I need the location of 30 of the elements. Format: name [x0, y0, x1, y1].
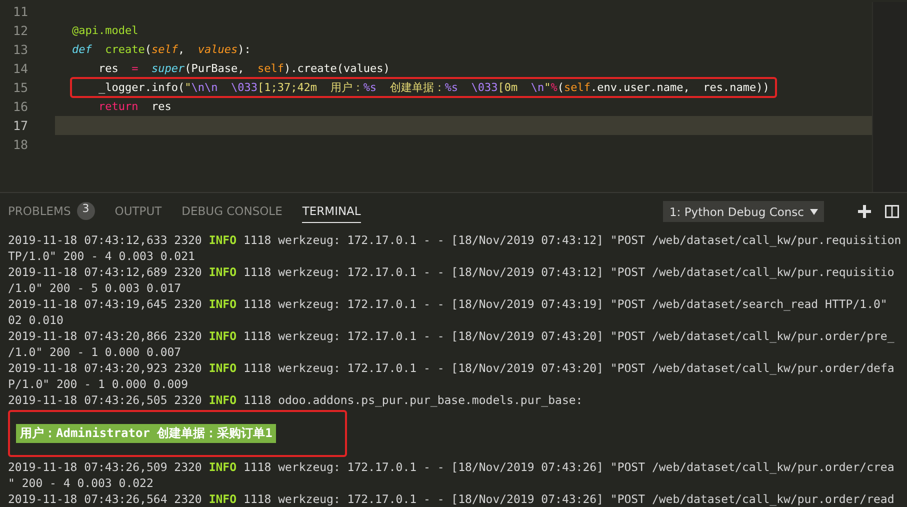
line-number: 15: [12, 80, 28, 95]
line-number: 18: [12, 137, 28, 152]
log-entry: 2019-11-18 07:43:19,645 2320 INFO 1118 werkzeug: 172.17.0.1 - - [18/Nov/2019 07:43:19] "POST /web/dataset/search_read HTTP/1.0" 02 0.010: [8, 296, 888, 328]
log-entry: 2019-11-18 07:43:20,866 2320 INFO 1118 werkzeug: 172.17.0.1 - - [18/Nov/2019 07:43:20] "POST /web/dataset/call_kw/pur.order/pre_ /1.0" 200 - 1 0.000 0.007: [8, 328, 896, 360]
code-line: @api.model: [71, 23, 140, 39]
caret-icon: [810, 208, 818, 214]
line-number: 14: [12, 61, 28, 76]
log-entry: 2019-11-18 07:43:26,509 2320 INFO 1118 werkzeug: 172.17.0.1 - - [18/Nov/2019 07:43:26] "POST /web/dataset/call_kw/pur.order/crea " 200 - 4 0.003 0.022: [8, 459, 896, 491]
plus-icon[interactable]: [858, 205, 871, 218]
line-number: 11: [12, 4, 28, 19]
line-number: 16: [12, 99, 28, 114]
panel-tab[interactable]: DEBUG CONSOLE: [182, 200, 282, 223]
log-entry: 2019-11-18 07:43:26,564 2320 INFO 1118 werkzeug: 172.17.0.1 - - [18/Nov/2019 07:43:26] "POST /web/dataset/call_kw/pur.order/read: [8, 491, 896, 507]
line-number: 17: [12, 118, 28, 133]
count-badge: 3: [76, 202, 95, 220]
log-entry: 2019-11-18 07:43:12,633 2320 INFO 1118 werkzeug: 172.17.0.1 - - [18/Nov/2019 07:43:12] "POST /web/dataset/call_kw/pur.requisition TP/1.0" 200 - 4 0.003 0.021: [8, 232, 902, 264]
code-line: def create(self, values):: [71, 42, 252, 58]
split-panel-icon[interactable]: [885, 205, 899, 218]
panel-tab[interactable]: TERMINAL: [302, 200, 361, 223]
panel-tab[interactable]: PROBLEMS 3: [8, 198, 95, 225]
line-number: 12: [12, 23, 28, 38]
panel-tab[interactable]: OUTPUT: [114, 200, 162, 223]
log-entry: 2019-11-18 07:43:12,689 2320 INFO 1118 werkzeug: 172.17.0.1 - - [18/Nov/2019 07:43:12] "POST /web/dataset/call_kw/pur.requisitio /1.0" 200 - 5 0.003 0.017: [8, 264, 896, 296]
terminal-dropdown[interactable]: 1: Python Debug Consc: [663, 201, 824, 222]
code-line: res = super(PurBase, self).create(values): [97, 61, 391, 77]
code-line: return res: [97, 99, 172, 115]
log-banner: 用户：Administrator 创建单据：采购订单1: [16, 424, 276, 443]
line-number: 13: [12, 42, 28, 57]
log-entry: 2019-11-18 07:43:20,923 2320 INFO 1118 werkzeug: 172.17.0.1 - - [18/Nov/2019 07:43:20] "POST /web/dataset/call_kw/pur.order/defa P/1.0" 200 - 1 0.000 0.009: [8, 360, 896, 392]
log-entry: 2019-11-18 07:43:26,505 2320 INFO 1118 odoo.addons.ps_pur.pur_base.models.pur_base:: [8, 392, 584, 408]
